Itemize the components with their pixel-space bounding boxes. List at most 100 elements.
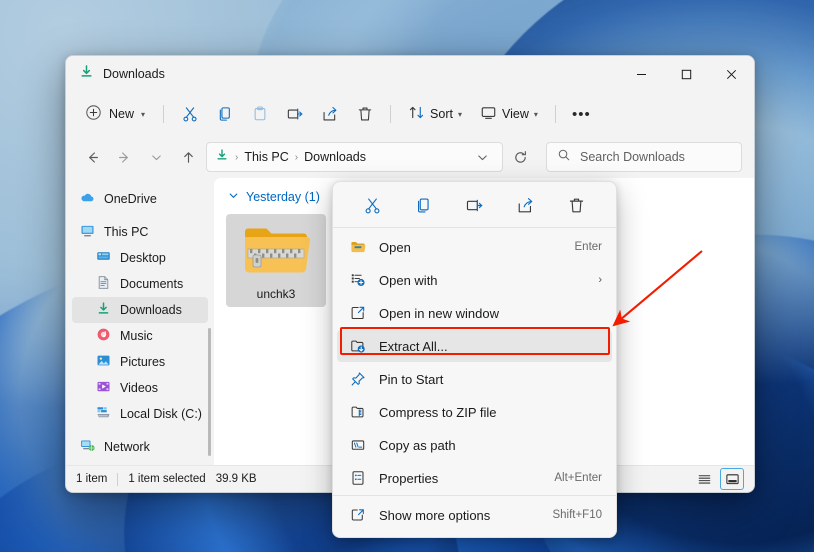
folder-open-icon <box>349 239 366 255</box>
view-button[interactable]: View ▾ <box>472 99 546 129</box>
selection-size: 39.9 KB <box>216 473 257 485</box>
rename-button[interactable] <box>458 191 492 219</box>
sidebar-scrollbar[interactable] <box>208 328 211 456</box>
search-input[interactable]: Search Downloads <box>546 142 742 172</box>
cloud-icon <box>80 190 95 208</box>
address-dropdown-icon[interactable] <box>470 145 494 169</box>
sidebar-label: Videos <box>120 381 158 395</box>
navigation-pane: OneDrive This PC Desktop Documents <box>66 178 214 465</box>
desktop-icon <box>96 249 111 267</box>
sidebar-label: Documents <box>120 277 183 291</box>
cut-button[interactable] <box>356 191 390 219</box>
copy-button[interactable] <box>407 191 441 219</box>
view-button-label: View <box>502 107 529 121</box>
new-button-label: New <box>109 107 134 121</box>
menu-item-label: Properties <box>379 471 438 486</box>
document-icon <box>96 275 111 293</box>
chevron-down-icon: ▾ <box>458 110 462 119</box>
more-options-button[interactable]: ••• <box>565 99 598 129</box>
chevron-down-icon: ▾ <box>534 110 538 119</box>
sidebar-item-documents[interactable]: Documents <box>72 271 208 297</box>
toolbar-divider-2 <box>390 105 391 123</box>
delete-button[interactable] <box>348 99 381 129</box>
recent-locations-button[interactable] <box>142 143 171 172</box>
downloads-arrow-icon <box>96 301 111 319</box>
delete-button[interactable] <box>560 191 594 219</box>
breadcrumb-downloads[interactable]: Downloads <box>304 150 366 164</box>
new-button[interactable]: New ▾ <box>78 99 154 129</box>
group-label: Yesterday (1) <box>246 190 320 204</box>
menu-item-open-in-new-window[interactable]: Open in new window <box>337 297 612 329</box>
sidebar-label: This PC <box>104 225 148 239</box>
context-menu-divider <box>333 227 616 228</box>
menu-item-copy-as-path[interactable]: Copy as path <box>337 429 612 461</box>
file-name: unchk3 <box>257 287 296 301</box>
sort-arrows-icon <box>408 104 425 124</box>
hard-drive-icon <box>96 405 111 423</box>
address-row: › This PC › Downloads Search Downloads <box>66 136 754 178</box>
menu-item-accelerator: Shift+F10 <box>552 509 602 521</box>
selection-info: 1 item selected <box>128 473 205 485</box>
context-menu-toolbar <box>333 186 616 226</box>
sidebar-item-videos[interactable]: Videos <box>72 375 208 401</box>
copy-button[interactable] <box>208 99 241 129</box>
menu-item-open-with[interactable]: Open with › <box>337 264 612 296</box>
chevron-down-icon[interactable] <box>228 188 239 206</box>
sidebar-item-network[interactable]: Network <box>72 434 208 460</box>
sidebar-item-local-disk[interactable]: Local Disk (C:) <box>72 401 208 427</box>
rename-button[interactable] <box>278 99 311 129</box>
plus-circle-icon <box>85 104 102 124</box>
forward-button[interactable] <box>110 143 139 172</box>
menu-item-label: Extract All... <box>379 339 448 354</box>
more-options-icon <box>349 507 366 523</box>
menu-item-label: Copy as path <box>379 438 456 453</box>
menu-item-extract-all[interactable]: Extract All... <box>337 330 612 362</box>
toolbar-divider <box>163 105 164 123</box>
menu-item-properties[interactable]: Properties Alt+Enter <box>337 462 612 494</box>
search-icon <box>557 148 571 167</box>
refresh-button[interactable] <box>506 143 535 172</box>
maximize-button[interactable] <box>664 56 709 92</box>
menu-item-open[interactable]: Open Enter <box>337 231 612 263</box>
large-icons-view-toggle[interactable] <box>720 468 744 490</box>
ellipsis-icon: ••• <box>572 106 591 123</box>
item-count: 1 item <box>76 473 107 485</box>
monitor-icon <box>480 104 497 124</box>
new-window-icon <box>349 305 366 321</box>
sidebar-item-downloads[interactable]: Downloads <box>72 297 208 323</box>
video-icon <box>96 379 111 397</box>
share-button[interactable] <box>313 99 346 129</box>
sidebar-label: Downloads <box>120 303 182 317</box>
sidebar-item-this-pc[interactable]: This PC <box>72 219 208 245</box>
minimize-button[interactable] <box>619 56 664 92</box>
share-button[interactable] <box>509 191 543 219</box>
sort-button-label: Sort <box>430 107 453 121</box>
address-bar[interactable]: › This PC › Downloads <box>206 142 503 172</box>
sidebar-item-onedrive[interactable]: OneDrive <box>72 186 208 212</box>
sidebar-item-pictures[interactable]: Pictures <box>72 349 208 375</box>
cut-button[interactable] <box>173 99 206 129</box>
monitor-icon <box>80 223 95 241</box>
chevron-right-icon: › <box>598 274 602 286</box>
menu-item-pin-to-start[interactable]: Pin to Start <box>337 363 612 395</box>
details-view-toggle[interactable] <box>692 468 716 490</box>
file-item-unchk3[interactable]: unchk3 <box>226 214 326 307</box>
up-button[interactable] <box>174 143 203 172</box>
breadcrumb-this-pc[interactable]: This PC <box>244 150 288 164</box>
paste-button[interactable] <box>243 99 276 129</box>
back-button[interactable] <box>78 143 107 172</box>
sidebar-item-music[interactable]: Music <box>72 323 208 349</box>
command-toolbar: New ▾ Sort ▾ <box>66 92 754 136</box>
sidebar-label: Music <box>120 329 153 343</box>
menu-item-label: Show more options <box>379 508 490 523</box>
sort-button[interactable]: Sort ▾ <box>400 99 470 129</box>
sidebar-label: Network <box>104 440 150 454</box>
breadcrumb-separator-2: › <box>295 152 298 163</box>
sidebar-label: Local Disk (C:) <box>120 407 202 421</box>
pin-icon <box>349 371 366 387</box>
close-button[interactable] <box>709 56 754 92</box>
menu-item-compress-to-zip[interactable]: Compress to ZIP file <box>337 396 612 428</box>
sidebar-item-desktop[interactable]: Desktop <box>72 245 208 271</box>
compress-zip-icon <box>349 404 366 420</box>
menu-item-show-more-options[interactable]: Show more options Shift+F10 <box>337 499 612 531</box>
